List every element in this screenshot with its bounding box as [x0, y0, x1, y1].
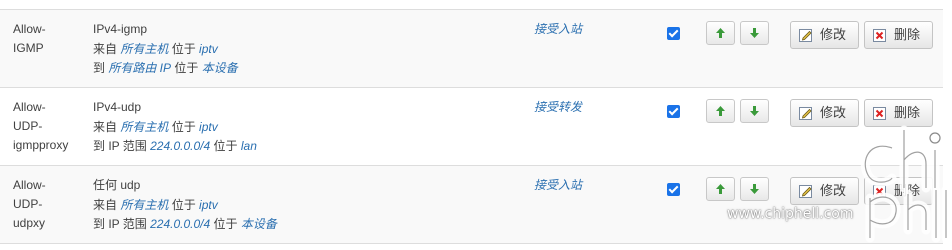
rule-source-host: 所有主机	[120, 197, 169, 212]
arrow-down-icon	[750, 28, 759, 38]
rule-name: Allow-UDP-igmpproxy	[13, 100, 69, 152]
rule-source-mid: 位于	[168, 41, 200, 56]
rule-dest-host: 224.0.0.0/4	[150, 139, 211, 153]
rule-source: 来自 所有主机 位于 iptv	[93, 196, 513, 216]
rule-dest-zone: 本设备	[201, 61, 238, 75]
delete-button-label: 删除	[894, 105, 921, 120]
rule-source-host: 所有主机	[120, 119, 169, 134]
arrow-down-icon	[750, 106, 759, 116]
delete-button[interactable]: 删除	[864, 21, 933, 49]
rule-dest-prefix: 到 IP 范围	[93, 217, 151, 231]
rule-dest-prefix: 到 IP 范围	[93, 139, 151, 153]
delete-button-label: 删除	[894, 27, 921, 42]
rule-name: Allow-IGMP	[13, 22, 46, 55]
edit-icon	[799, 29, 812, 42]
rule-source-zone: iptv	[199, 119, 218, 134]
rule-source-mid: 位于	[168, 119, 200, 134]
table-row: Allow-UDP-udpxy 任何 udp 来自 所有主机 位于 iptv 到…	[0, 165, 943, 244]
rule-source-prefix: 来自	[93, 119, 121, 134]
delete-icon	[873, 29, 886, 42]
delete-icon	[873, 107, 886, 120]
move-down-button[interactable]	[740, 99, 769, 123]
edit-button[interactable]: 修改	[790, 99, 859, 127]
arrow-down-icon	[750, 184, 759, 194]
edit-button[interactable]: 修改	[790, 21, 859, 49]
rule-protocol: IPv4-igmp	[93, 22, 148, 36]
rule-protocol: 任何 udp	[93, 178, 141, 192]
rule-dest-zone: lan	[240, 139, 257, 153]
rule-action: 接受转发	[534, 100, 583, 114]
rule-protocol: IPv4-udp	[93, 100, 142, 114]
rule-dest-host: 所有路由 IP	[108, 61, 172, 75]
edit-button[interactable]: 修改	[790, 177, 859, 205]
rule-dest-host: 224.0.0.0/4	[150, 217, 211, 231]
edit-button-label: 修改	[820, 183, 847, 198]
rule-enabled-checkbox[interactable]	[667, 105, 680, 118]
delete-icon	[873, 185, 886, 198]
move-up-button[interactable]	[706, 177, 735, 201]
move-up-button[interactable]	[706, 99, 735, 123]
rule-destination: 到 IP 范围 224.0.0.0/4 位于 本设备	[93, 215, 513, 235]
rule-source-zone: iptv	[199, 197, 218, 212]
watermark-url: www.chiphell.com	[727, 206, 854, 222]
rule-dest-mid: 位于	[171, 61, 202, 75]
rule-action: 接受入站	[534, 22, 583, 36]
arrow-up-icon	[716, 28, 725, 38]
table-row: Allow-IGMP IPv4-igmp 来自 所有主机 位于 iptv 到 所…	[0, 9, 943, 87]
rule-destination: 到 所有路由 IP 位于 本设备	[93, 59, 513, 79]
rule-destination: 到 IP 范围 224.0.0.0/4 位于 lan	[93, 137, 513, 157]
rule-source: 来自 所有主机 位于 iptv	[93, 40, 513, 60]
move-up-button[interactable]	[706, 21, 735, 45]
rule-action: 接受入站	[534, 178, 583, 192]
move-down-button[interactable]	[740, 177, 769, 201]
rule-source-prefix: 来自	[93, 197, 121, 212]
edit-icon	[799, 107, 812, 120]
rule-source-host: 所有主机	[120, 41, 169, 56]
rule-match: IPv4-udp 来自 所有主机 位于 iptv 到 IP 范围 224.0.0…	[93, 98, 513, 157]
rule-dest-zone: 本设备	[240, 217, 277, 231]
rule-source-zone: iptv	[199, 41, 218, 56]
edit-button-label: 修改	[820, 105, 847, 120]
delete-button-label: 删除	[894, 183, 921, 198]
table-row: Allow-UDP-igmpproxy IPv4-udp 来自 所有主机 位于 …	[0, 87, 943, 165]
edit-button-label: 修改	[820, 27, 847, 42]
move-down-button[interactable]	[740, 21, 769, 45]
delete-button[interactable]: 删除	[864, 177, 933, 205]
rule-source-prefix: 来自	[93, 41, 121, 56]
rule-dest-mid: 位于	[210, 217, 241, 231]
rule-name: Allow-UDP-udpxy	[13, 178, 46, 230]
delete-button[interactable]: 删除	[864, 99, 933, 127]
arrow-up-icon	[716, 184, 725, 194]
rule-dest-mid: 位于	[210, 139, 241, 153]
rule-enabled-checkbox[interactable]	[667, 183, 680, 196]
edit-icon	[799, 185, 812, 198]
rule-source-mid: 位于	[168, 197, 200, 212]
rule-match: IPv4-igmp 来自 所有主机 位于 iptv 到 所有路由 IP 位于 本…	[93, 20, 513, 79]
rule-match: 任何 udp 来自 所有主机 位于 iptv 到 IP 范围 224.0.0.0…	[93, 176, 513, 235]
arrow-up-icon	[716, 106, 725, 116]
rule-dest-prefix: 到	[93, 61, 109, 75]
rule-source: 来自 所有主机 位于 iptv	[93, 118, 513, 138]
rule-enabled-checkbox[interactable]	[667, 27, 680, 40]
